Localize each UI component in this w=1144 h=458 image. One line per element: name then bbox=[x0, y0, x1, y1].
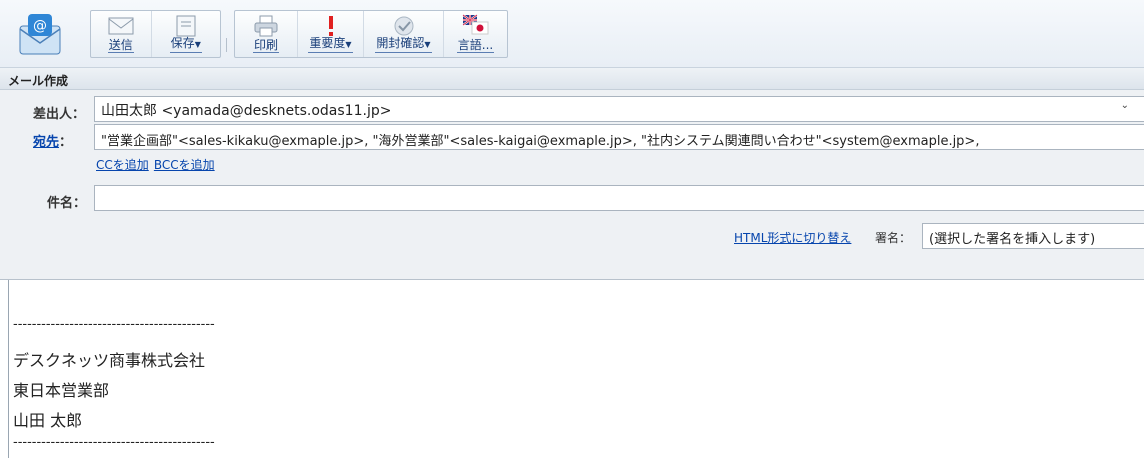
message-body-editor[interactable]: ----------------------------------------… bbox=[8, 280, 1144, 458]
language-button[interactable]: 言語... bbox=[443, 11, 507, 57]
to-field[interactable]: "営業企画部"<sales-kikaku@exmaple.jp>, "海外営業部… bbox=[94, 124, 1144, 150]
signature-select[interactable]: (選択した署名を挿入します) bbox=[922, 223, 1144, 249]
sender-label: 差出人： bbox=[33, 107, 86, 122]
to-address-book-link[interactable]: 宛先 bbox=[33, 135, 59, 150]
checkmark-icon bbox=[390, 14, 418, 38]
printer-icon bbox=[252, 14, 280, 38]
html-format-switch-link[interactable]: HTML形式に切り替え bbox=[734, 229, 851, 246]
read-receipt-label: 開封確認▼ bbox=[375, 36, 432, 53]
body-line-divider-bottom: ----------------------------------------… bbox=[13, 435, 215, 450]
save-draft-icon bbox=[172, 14, 200, 38]
subject-input[interactable] bbox=[94, 185, 1144, 211]
compose-form: 差出人： 山田太郎 <yamada@desknets.odas11.jp> ⌄ … bbox=[0, 90, 1144, 280]
subject-label: 件名： bbox=[47, 196, 87, 211]
read-receipt-button[interactable]: 開封確認▼ bbox=[363, 11, 443, 57]
print-label: 印刷 bbox=[252, 38, 279, 53]
toolbar: @ 送信 保存▼ 印刷 重要度▼ 開封確認▼ 言語... bbox=[0, 0, 1144, 68]
save-button[interactable]: 保存▼ bbox=[150, 11, 220, 57]
sender-value: 山田太郎 <yamada@desknets.odas11.jp> bbox=[101, 103, 392, 119]
exclamation-icon bbox=[317, 14, 345, 38]
add-cc-link[interactable]: CCを追加 bbox=[96, 158, 149, 172]
language-label: 言語... bbox=[456, 38, 495, 53]
to-label-row: 宛先： bbox=[33, 135, 73, 150]
importance-label: 重要度▼ bbox=[308, 36, 353, 53]
print-button[interactable]: 印刷 bbox=[235, 11, 297, 57]
chevron-down-icon: ⌄ bbox=[1120, 100, 1129, 111]
send-label: 送信 bbox=[107, 38, 134, 53]
toolbar-group-send-save: 送信 保存▼ bbox=[90, 10, 221, 58]
to-value: "営業企画部"<sales-kikaku@exmaple.jp>, "海外営業部… bbox=[101, 134, 980, 149]
signature-value: (選択した署名を挿入します) bbox=[929, 232, 1096, 247]
cc-bcc-links: CCを追加 BCCを追加 bbox=[96, 154, 215, 173]
mail-app-icon: @ bbox=[17, 12, 63, 58]
body-line-department: 東日本営業部 bbox=[13, 381, 110, 400]
save-label: 保存▼ bbox=[169, 36, 202, 53]
toolbar-group-options: 印刷 重要度▼ 開封確認▼ 言語... bbox=[234, 10, 508, 58]
envelope-icon bbox=[107, 14, 135, 38]
body-line-divider-top: ----------------------------------------… bbox=[13, 317, 215, 332]
body-line-name: 山田 太郎 bbox=[13, 411, 83, 430]
signature-label: 署名： bbox=[875, 231, 912, 245]
svg-text:@: @ bbox=[33, 18, 47, 34]
body-line-company: デスクネッツ商事株式会社 bbox=[13, 351, 206, 370]
add-bcc-link[interactable]: BCCを追加 bbox=[154, 158, 215, 172]
flag-icon bbox=[461, 14, 490, 38]
importance-button[interactable]: 重要度▼ bbox=[297, 11, 363, 57]
send-button[interactable]: 送信 bbox=[91, 11, 151, 57]
sender-select[interactable]: 山田太郎 <yamada@desknets.odas11.jp> ⌄ bbox=[94, 96, 1144, 122]
toolbar-separator bbox=[226, 38, 227, 52]
section-title: メール作成 bbox=[0, 68, 1144, 90]
